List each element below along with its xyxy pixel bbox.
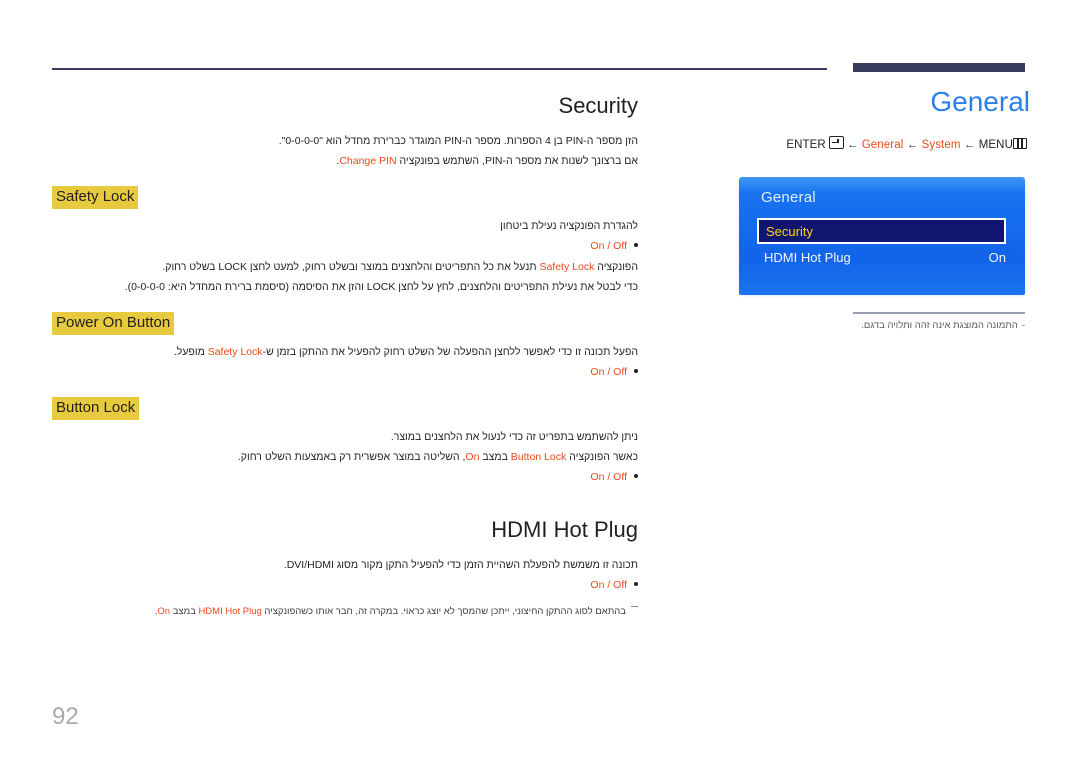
safety-lock-line-2: הפונקציה Safety Lock תנעל את כל התפריטים… [52,258,638,276]
osd-item-security-label: Security [766,224,813,239]
chapter-title: General [930,86,1030,117]
breadcrumb-item-system: System [921,139,961,151]
power-on-button-line-1-link: Safety Lock [207,346,263,358]
chapter-header: General ENTER ← General ← System ← MENU [700,86,1030,152]
hdmi-hot-plug-footnote-pre: בהתאם לסוג ההתקן החיצוני, ייתכן שהמסך לא… [261,606,626,617]
panel-note-text: התמונה המוצגת אינה זהה ותלויה בדגם. [861,320,1018,331]
hdmi-hot-plug-footnote-mid: במצב [170,606,199,617]
panel-note-divider [853,312,1025,314]
osd-item-hdmi-hot-plug[interactable]: HDMI Hot Plug On [764,250,1006,270]
breadcrumb-arrow-3: ← [963,139,976,151]
bullet-dot-icon [634,474,638,478]
security-paragraph-1-text: הזן מספר ה-PIN בן 4 הספרות. מספר ה-PIN ה… [278,135,638,147]
enter-key-icon [828,136,844,149]
button-lock-line-2-post: , השליטה במוצר אפשרית רק באמצעות השלט רח… [237,451,466,463]
hdmi-hot-plug-footnote-link-1: HDMI Hot Plug [198,606,262,617]
osd-item-security[interactable]: Security [757,218,1006,244]
osd-menu-panel: General Security HDMI Hot Plug On [739,177,1025,295]
security-paragraph-1: הזן מספר ה-PIN בן 4 הספרות. מספר ה-PIN ה… [52,132,638,150]
safety-lock-options: On / Off [52,237,638,255]
hdmi-hot-plug-footnote-link-2: On [157,606,171,617]
osd-panel-title: General [761,189,816,206]
hdmi-hot-plug-line-1: תכונה זו משמשת להפעלת השהיית הזמן כדי לה… [283,559,638,571]
breadcrumb-enter-label: ENTER [786,139,826,151]
safety-lock-line-2-pre: הפונקציה [594,261,638,273]
security-paragraph-2: אם ברצונך לשנות את מספר ה-PIN, השתמש בפו… [52,152,638,170]
hdmi-hot-plug-options: On / Off [52,576,638,594]
subsection-button-lock-header: Button Lock [52,397,638,420]
osd-item-hdmi-hot-plug-value: On [988,250,1006,265]
subsection-title-power-on-button: Power On Button [52,312,175,335]
button-lock-line-2-link-2: On [465,451,480,463]
subsection-power-on-button-header: Power On Button [52,312,638,335]
footnote-dash-icon [631,605,638,607]
header-accent-bar [853,63,1025,72]
breadcrumb-item-menu: MENU [978,139,1013,151]
safety-lock-options-value: On / Off [590,240,627,252]
security-paragraph-2-pre: אם ברצונך לשנות את מספר ה-PIN, השתמש בפו… [396,155,638,167]
safety-lock-line-1: להגדרת הפונקציה נעילת ביטחון [500,220,638,232]
bullet-dot-icon [634,243,638,247]
button-lock-line-2-mid: במצב [479,451,511,463]
subsection-title-button-lock: Button Lock [52,397,140,420]
panel-note: -התמונה המוצגת אינה זהה ותלויה בדגם. [690,319,1025,333]
button-lock-line-1: ניתן להשתמש בתפריט זה כדי לנעול את הלחצנ… [390,431,638,443]
power-on-button-options-value: On / Off [590,366,627,378]
bullet-dot-icon [634,582,638,586]
subsection-title-safety-lock: Safety Lock [52,186,139,209]
breadcrumb-arrow-1: ← [846,139,859,151]
button-lock-options-value: On / Off [590,471,627,483]
button-lock-line-2-pre: כאשר הפונקציה [566,451,638,463]
osd-item-hdmi-hot-plug-label: HDMI Hot Plug [764,250,851,265]
section-title-security: Security [558,93,638,118]
breadcrumb: ENTER ← General ← System ← MENU [700,136,1030,152]
security-paragraph-2-link: Change PIN [339,155,397,167]
power-on-button-line-1-post: מופעל. [173,346,208,358]
header-divider-rule [52,68,827,70]
bullet-dot-icon [634,369,638,373]
power-on-button-line-1: הפעל תכונה זו כדי לאפשר ללחצן ההפעלה של … [52,343,638,361]
button-lock-options: On / Off [52,468,638,486]
breadcrumb-item-general: General [861,139,904,151]
menu-grid-icon [1013,138,1027,149]
page-number: 92 [52,703,79,730]
button-lock-line-2: כאשר הפונקציה Button Lock במצב On, השליט… [52,448,638,466]
hdmi-hot-plug-footnote: בהתאם לסוג ההתקן החיצוני, ייתכן שהמסך לא… [52,604,638,620]
power-on-button-options: On / Off [52,363,638,381]
main-content: Security הזן מספר ה-PIN בן 4 הספרות. מספ… [52,92,638,630]
hdmi-hot-plug-options-value: On / Off [590,579,627,591]
panel-note-dash: - [1021,320,1025,331]
button-lock-line-2-link-1: Button Lock [510,451,567,463]
breadcrumb-arrow-2: ← [906,139,919,151]
subsection-safety-lock-header: Safety Lock [52,186,638,209]
section-title-hdmi-hot-plug: HDMI Hot Plug [491,517,638,542]
safety-lock-line-2-post: תנעל את כל התפריטים והלחצנים במוצר ובשלט… [162,261,540,273]
power-on-button-line-1-pre: הפעל תכונה זו כדי לאפשר ללחצן ההפעלה של … [262,346,638,358]
safety-lock-line-2-link: Safety Lock [539,261,595,273]
safety-lock-line-3: כדי לבטל את נעילת התפריטים והלחצנים, לחץ… [124,281,638,293]
